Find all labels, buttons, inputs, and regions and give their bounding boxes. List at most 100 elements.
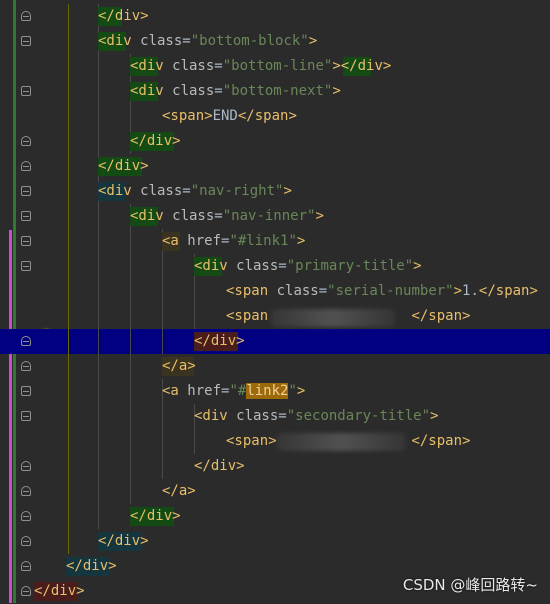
indent-guide — [68, 29, 69, 54]
code-line[interactable]: <div class="nav-inner"> — [0, 204, 550, 229]
fold-marker-icon[interactable] — [21, 86, 31, 96]
code-line[interactable]: <span class="serial-number">1.</span> — [0, 279, 550, 304]
fold-marker-icon[interactable] — [21, 586, 31, 596]
indent-guide — [68, 404, 69, 429]
code-editor[interactable]: </div> <div class="bottom-block"> <div cla… — [0, 0, 550, 603]
code-token: > — [430, 408, 439, 424]
fold-marker-icon[interactable] — [21, 336, 31, 346]
code-token: <div — [130, 83, 164, 99]
code-line[interactable]: <span>END</span> — [0, 104, 550, 129]
code-token: <div — [194, 408, 228, 424]
code-text[interactable]: </div> — [194, 454, 245, 479]
code-text[interactable]: <a href="#link1"> — [162, 229, 305, 254]
indent-guide — [68, 454, 69, 479]
indent-guide — [68, 504, 69, 529]
indent-guide — [68, 129, 69, 154]
indent-guide — [98, 204, 99, 229]
code-text[interactable]: </div> — [98, 4, 149, 29]
code-text[interactable]: </div> — [130, 504, 181, 529]
watermark: CSDN @峰回路转~ — [402, 576, 538, 594]
code-token: 1. — [462, 283, 479, 299]
code-line[interactable]: <a href="#link2"> — [0, 379, 550, 404]
fold-marker-icon[interactable] — [21, 11, 31, 21]
code-line[interactable]: </a> — [0, 479, 550, 504]
code-line[interactable]: <div class="bottom-line"></div> — [0, 54, 550, 79]
fold-marker-icon[interactable] — [21, 236, 31, 246]
code-text[interactable]: </a> — [162, 479, 196, 504]
code-text[interactable]: </div> — [98, 154, 149, 179]
fold-marker-icon[interactable] — [21, 511, 31, 521]
code-text[interactable]: <div class="bottom-line"></div> — [130, 54, 391, 79]
code-line[interactable]: <div class="bottom-next"> — [0, 79, 550, 104]
code-token: ></div> — [332, 58, 392, 74]
code-line[interactable]: <span> </span> — [0, 429, 550, 454]
code-line[interactable]: </div> — [0, 329, 550, 354]
indent-guide — [98, 354, 99, 379]
code-line[interactable]: <div class="primary-title"> — [0, 254, 550, 279]
indent-guide — [130, 454, 131, 479]
indent-guide — [98, 254, 99, 279]
code-token: "primary-title" — [286, 258, 414, 274]
code-token: <div — [98, 183, 132, 199]
fold-marker-icon[interactable] — [21, 36, 31, 46]
code-token: > — [308, 33, 318, 49]
code-text[interactable]: </div> — [66, 554, 117, 579]
fold-marker-icon[interactable] — [21, 536, 31, 546]
indent-guide — [68, 54, 69, 79]
code-line[interactable]: <div class="nav-right"> — [0, 179, 550, 204]
code-text[interactable]: </a> — [162, 354, 196, 379]
code-token: href — [178, 233, 222, 249]
fold-marker-icon[interactable] — [21, 161, 31, 171]
fold-marker-icon[interactable] — [21, 361, 31, 371]
code-text[interactable]: <div class="bottom-block"> — [98, 29, 317, 54]
code-token: > — [283, 183, 292, 199]
code-line[interactable]: <div class="bottom-block"> — [0, 29, 550, 54]
code-token: "bottom-block" — [190, 33, 309, 49]
redacted-text — [276, 433, 406, 451]
code-text[interactable]: </div> — [194, 329, 245, 354]
code-text[interactable]: <div class="secondary-title"> — [194, 404, 438, 429]
code-line[interactable]: </div> — [0, 504, 550, 529]
code-token: "serial-number" — [327, 283, 454, 299]
code-text[interactable]: <span>END</span> — [162, 104, 297, 129]
code-line[interactable]: </div> — [0, 529, 550, 554]
code-token: = — [278, 408, 287, 424]
code-text[interactable]: <div class="nav-inner"> — [130, 204, 324, 229]
code-line[interactable]: <a href="#link1"> — [0, 229, 550, 254]
indent-guide — [68, 279, 69, 304]
code-text[interactable]: <div class="primary-title"> — [194, 254, 422, 279]
code-text[interactable]: </div> — [98, 529, 149, 554]
fold-marker-icon[interactable] — [21, 461, 31, 471]
fold-marker-icon[interactable] — [21, 211, 31, 221]
code-text[interactable]: </div> — [130, 129, 181, 154]
fold-marker-icon[interactable] — [21, 386, 31, 396]
code-token: <div — [98, 33, 132, 49]
code-token: </div> — [98, 158, 149, 174]
code-text[interactable]: <a href="#link2"> — [162, 379, 305, 404]
code-text[interactable]: <span class="serial-number">1.</span> — [226, 279, 538, 304]
fold-marker-icon[interactable] — [21, 261, 31, 271]
code-token: </div> — [130, 508, 181, 524]
code-line[interactable]: </div> — [0, 4, 550, 29]
code-line[interactable]: </div> — [0, 154, 550, 179]
code-token: <span> — [162, 108, 213, 124]
fold-marker-icon[interactable] — [21, 411, 31, 421]
code-text[interactable]: <div class="bottom-next"> — [130, 79, 341, 104]
code-text[interactable]: </div> — [34, 579, 85, 604]
code-line[interactable]: </div> — [0, 129, 550, 154]
fold-marker-icon[interactable] — [21, 136, 31, 146]
indent-guide — [162, 329, 163, 354]
code-line[interactable]: </a> — [0, 354, 550, 379]
fold-marker-icon[interactable] — [21, 486, 31, 496]
code-token: = — [214, 208, 223, 224]
indent-guide — [98, 129, 99, 154]
fold-marker-icon[interactable] — [21, 561, 31, 571]
code-text[interactable]: <div class="nav-right"> — [98, 179, 292, 204]
fold-marker-icon[interactable] — [21, 186, 31, 196]
indent-guide — [68, 379, 69, 404]
code-line[interactable]: <div class="secondary-title"> — [0, 404, 550, 429]
indent-guide — [98, 454, 99, 479]
code-line[interactable]: </div> — [0, 454, 550, 479]
code-token: > — [332, 83, 341, 99]
indent-guide — [98, 304, 99, 329]
